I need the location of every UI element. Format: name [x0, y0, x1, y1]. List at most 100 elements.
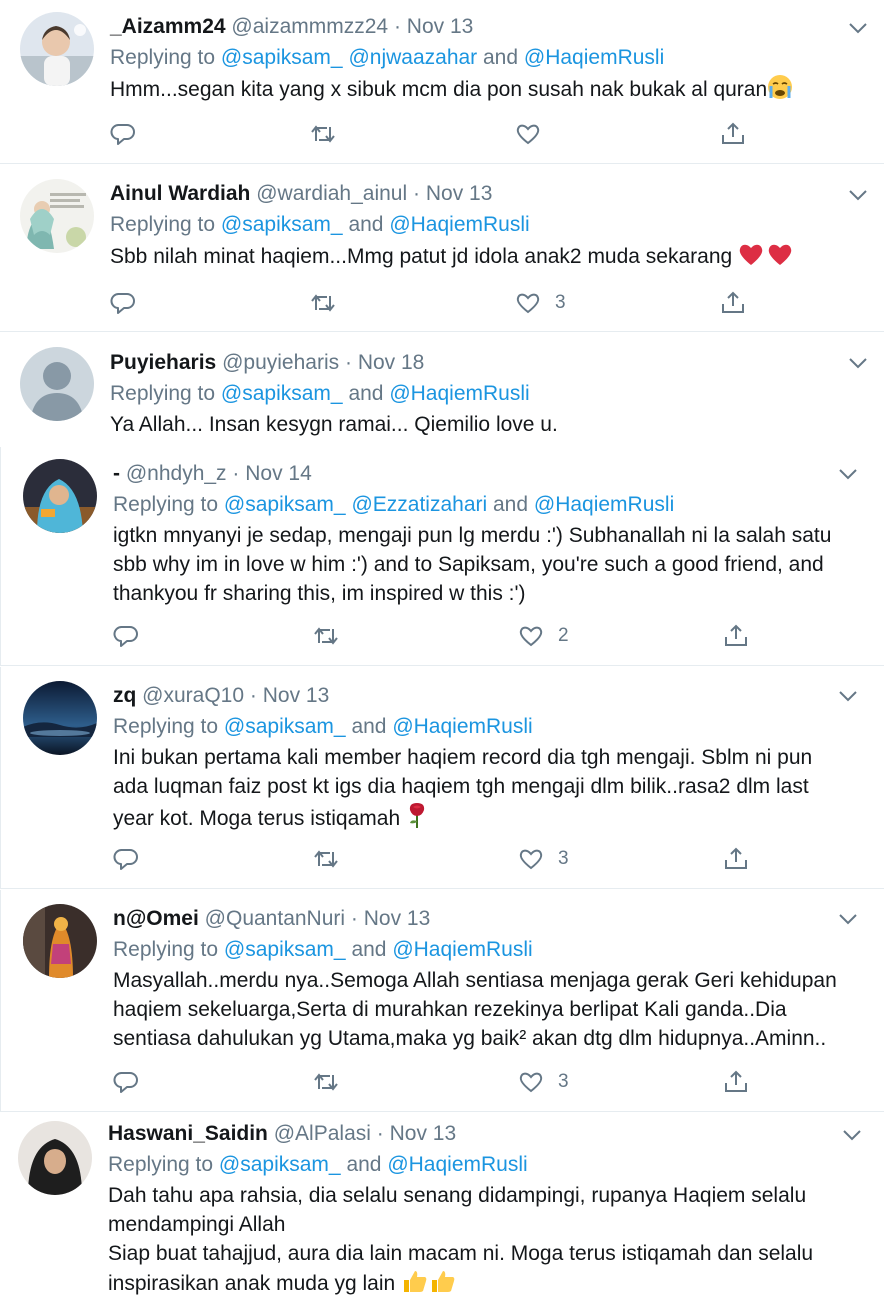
- retweet-icon: [314, 627, 338, 645]
- avatar[interactable]: [23, 681, 97, 755]
- tweet-date[interactable]: Nov 13: [390, 1122, 457, 1145]
- share-button[interactable]: [723, 1067, 763, 1097]
- retweet-button[interactable]: [313, 621, 353, 651]
- tweet-text: Ini bukan pertama kali member haqiem rec…: [113, 743, 864, 837]
- tweet[interactable]: Ainul Wardiah @wardiah_ainul · Nov 13 Re…: [0, 165, 884, 332]
- tweet[interactable]: - @nhdyh_z · Nov 14 Replying to @sapiksa…: [0, 447, 884, 666]
- share-button[interactable]: [720, 288, 760, 318]
- share-icon: [725, 624, 747, 646]
- tweet[interactable]: Haswani_Saidin @AlPalasi · Nov 13 Replyi…: [0, 1113, 884, 1308]
- retweet-button[interactable]: [313, 844, 353, 874]
- display-name[interactable]: Ainul Wardiah: [110, 182, 250, 205]
- mention-link[interactable]: @HaqiemRusli: [524, 46, 664, 69]
- retweet-icon: [311, 294, 335, 312]
- heart-icon: [519, 626, 543, 647]
- avatar[interactable]: [20, 347, 94, 421]
- share-button[interactable]: [723, 621, 763, 651]
- avatar[interactable]: [18, 1121, 92, 1195]
- tweet-header: _Aizamm24 @aizammmzz24 · Nov 13: [110, 12, 864, 42]
- mention-link[interactable]: @sapiksam_: [221, 46, 343, 69]
- separator-dot: ·: [413, 182, 420, 205]
- mention-link[interactable]: @HaqiemRusli: [392, 715, 532, 738]
- retweet-button[interactable]: [313, 1067, 353, 1097]
- retweet-button[interactable]: [310, 119, 350, 149]
- tweet-date[interactable]: Nov 13: [263, 684, 330, 707]
- mention-link[interactable]: @sapiksam_: [221, 382, 343, 405]
- mention-link[interactable]: @sapiksam_: [224, 493, 346, 516]
- replying-to-label: Replying to: [113, 715, 224, 738]
- share-button[interactable]: [720, 119, 760, 149]
- avatar[interactable]: [23, 459, 97, 533]
- separator-dot: ·: [376, 1122, 384, 1145]
- mention-link[interactable]: @Ezzatizahari: [351, 493, 487, 516]
- user-handle[interactable]: @QuantanNuri: [205, 907, 345, 930]
- replying-to-label: Replying to: [110, 213, 221, 236]
- reply-button[interactable]: [113, 621, 153, 651]
- display-name[interactable]: zq: [113, 684, 136, 707]
- reply-button[interactable]: [110, 119, 150, 149]
- tweet-text: Dah tahu apa rahsia, dia selalu senang d…: [108, 1181, 864, 1302]
- avatar[interactable]: [23, 904, 97, 978]
- tweet-date[interactable]: Nov 18: [358, 351, 425, 374]
- tweet-header: - @nhdyh_z · Nov 14: [113, 459, 864, 489]
- reply-button[interactable]: [113, 1067, 153, 1097]
- share-icon: [722, 291, 744, 313]
- display-name[interactable]: n@Omei: [113, 907, 199, 930]
- like-count: 3: [555, 292, 566, 313]
- reply-button[interactable]: [110, 288, 150, 318]
- tweet-header: zq @xuraQ10 · Nov 13: [113, 681, 864, 711]
- mention-joiner: and: [477, 46, 524, 69]
- separator-dot: ·: [393, 15, 401, 38]
- reply-icon: [113, 1072, 138, 1093]
- replying-to-label: Replying to: [113, 938, 224, 961]
- mention-link[interactable]: @HaqiemRusli: [392, 938, 532, 961]
- reply-button[interactable]: [113, 844, 153, 874]
- heart-icon: [516, 293, 540, 314]
- user-handle[interactable]: @xuraQ10: [142, 684, 244, 707]
- user-handle[interactable]: @aizammmzz24: [231, 15, 388, 38]
- like-button[interactable]: 3: [518, 844, 569, 874]
- avatar[interactable]: [20, 179, 94, 253]
- retweet-button[interactable]: [310, 288, 350, 318]
- user-handle[interactable]: @puyieharis: [222, 351, 339, 374]
- replying-to: Replying to @sapiksam_ @Ezzatizahari and…: [113, 489, 864, 521]
- like-button[interactable]: 3: [515, 288, 566, 318]
- display-name[interactable]: -: [113, 462, 120, 485]
- avatar[interactable]: [20, 12, 94, 86]
- mention-link[interactable]: @HaqiemRusli: [534, 493, 674, 516]
- mention-link[interactable]: @HaqiemRusli: [387, 1153, 527, 1176]
- like-button[interactable]: [515, 119, 555, 149]
- display-name[interactable]: Puyieharis: [110, 351, 216, 374]
- tweet-date[interactable]: Nov 14: [245, 462, 312, 485]
- mention-link[interactable]: @HaqiemRusli: [389, 213, 529, 236]
- share-icon: [725, 847, 747, 869]
- mention-link[interactable]: @sapiksam_: [224, 938, 346, 961]
- tweet[interactable]: Puyieharis @puyieharis · Nov 18 Replying…: [0, 333, 884, 447]
- tweet-date[interactable]: Nov 13: [407, 15, 474, 38]
- user-handle[interactable]: @wardiah_ainul: [256, 182, 407, 205]
- tweet-text: Hmm...segan kita yang x sibuk mcm dia po…: [110, 74, 864, 108]
- like-button[interactable]: 3: [518, 1067, 569, 1097]
- mention-link[interactable]: @njwaazahar: [348, 46, 477, 69]
- replying-to: Replying to @sapiksam_ and @HaqiemRusli: [113, 711, 864, 743]
- display-name[interactable]: _Aizamm24: [110, 15, 226, 38]
- mention-link[interactable]: @sapiksam_: [224, 715, 346, 738]
- replying-to: Replying to @sapiksam_ and @HaqiemRusli: [110, 209, 864, 241]
- mention-link[interactable]: @sapiksam_: [221, 213, 343, 236]
- tweet-header: n@Omei @QuantanNuri · Nov 13: [113, 904, 864, 934]
- user-handle[interactable]: @nhdyh_z: [126, 462, 227, 485]
- share-button[interactable]: [723, 844, 763, 874]
- reply-icon: [113, 626, 138, 647]
- tweet[interactable]: n@Omei @QuantanNuri · Nov 13 Replying to…: [0, 890, 884, 1112]
- tweet[interactable]: zq @xuraQ10 · Nov 13 Replying to @sapiks…: [0, 667, 884, 889]
- tweet-text-content: Sbb nilah minat haqiem...Mmg patut jd id…: [110, 245, 733, 268]
- tweet[interactable]: _Aizamm24 @aizammmzz24 · Nov 13 Replying…: [0, 0, 884, 164]
- tweet-date[interactable]: Nov 13: [426, 182, 493, 205]
- like-button[interactable]: 2: [518, 621, 569, 651]
- tweet-date[interactable]: Nov 13: [364, 907, 431, 930]
- display-name[interactable]: Haswani_Saidin: [108, 1122, 268, 1145]
- crying-face-icon: [767, 74, 793, 108]
- mention-link[interactable]: @HaqiemRusli: [389, 382, 529, 405]
- mention-link[interactable]: @sapiksam_: [219, 1153, 341, 1176]
- user-handle[interactable]: @AlPalasi: [274, 1122, 371, 1145]
